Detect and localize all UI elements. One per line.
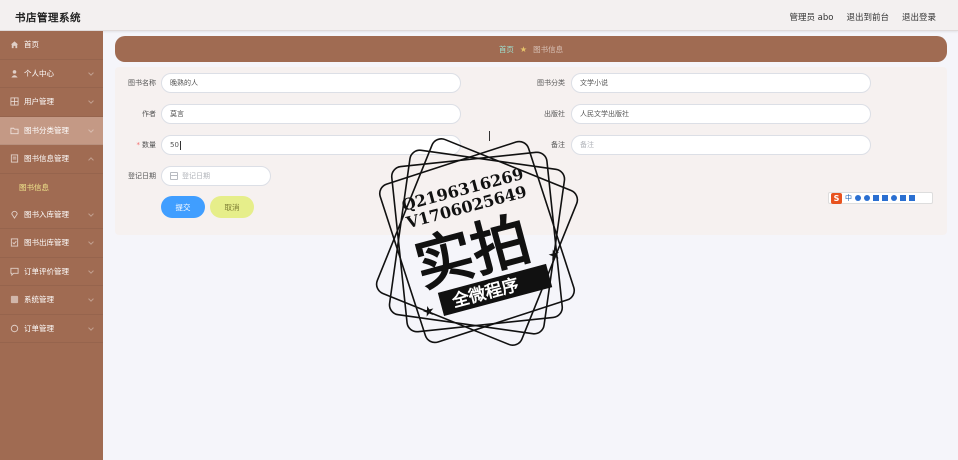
- book-category-label: 图书分类: [537, 79, 565, 87]
- sidebar-subitem-book-info[interactable]: 图书信息: [0, 174, 103, 201]
- breadcrumb: 首页 ★ 图书信息: [115, 36, 947, 62]
- star-icon: ★: [421, 303, 437, 322]
- chevron-down-icon: [88, 239, 94, 245]
- home-icon: [10, 40, 19, 49]
- author-label: 作者: [142, 110, 156, 118]
- pin-icon: [10, 210, 19, 219]
- book-name-input[interactable]: 晚熟的人: [161, 73, 461, 93]
- ime-language-toggle[interactable]: 中: [845, 193, 852, 203]
- chevron-down-icon: [88, 296, 94, 302]
- sidebar-item-label: 首页: [24, 40, 39, 50]
- submit-button[interactable]: 提交: [161, 196, 205, 218]
- admin-user-label[interactable]: 管理员 abo: [789, 11, 833, 23]
- sidebar-item-review-management[interactable]: 订单评价管理: [0, 258, 103, 286]
- quantity-label: * 数量: [115, 140, 157, 150]
- app-title: 书店管理系统: [15, 12, 81, 24]
- top-header: 书店管理系统 管理员 abo 退出到前台 退出登录: [0, 0, 958, 31]
- sidebar-item-label: 用户管理: [24, 97, 54, 107]
- chevron-down-icon: [88, 98, 94, 104]
- text-caret: [179, 140, 181, 150]
- sidebar-item-category-management[interactable]: 图书分类管理: [0, 116, 103, 145]
- register-date-label: 登记日期: [128, 172, 156, 180]
- chevron-down-icon: [88, 324, 94, 331]
- chevron-down-icon: [88, 267, 94, 274]
- sidebar-item-order-management[interactable]: 订单管理: [0, 315, 103, 343]
- sidebar-item-label: 系统管理: [24, 295, 54, 305]
- sidebar-item-system-management[interactable]: 系统管理: [0, 286, 103, 315]
- publisher-label: 出版社: [544, 110, 565, 118]
- quantity-value: 50: [170, 141, 179, 149]
- sidebar-item-user-management[interactable]: 用户管理: [0, 88, 103, 117]
- user-icon: [10, 69, 19, 78]
- sidebar: 首页 个人中心 用户管理 图书分类管理 图书信息管理 图书信息 图书入库管理 图…: [0, 31, 103, 460]
- book-icon: [10, 154, 19, 163]
- ime-punctuation-icon[interactable]: [855, 195, 861, 201]
- chat-icon: [10, 267, 19, 276]
- ime-skin-icon[interactable]: [900, 195, 906, 201]
- header-actions: 管理员 abo 退出到前台 退出登录: [789, 11, 936, 23]
- star-icon: ★: [519, 44, 528, 54]
- cancel-button[interactable]: 取消: [210, 196, 254, 218]
- back-to-front-link[interactable]: 退出到前台: [846, 11, 889, 23]
- sidebar-item-label: 图书分类管理: [24, 125, 69, 135]
- quantity-label-text: 数量: [142, 141, 156, 149]
- chevron-down-icon: [88, 69, 94, 76]
- sidebar-item-label: 图书出库管理: [24, 238, 69, 248]
- book-category-value: 文学小说: [580, 79, 608, 87]
- chevron-down-icon: [88, 126, 94, 133]
- sidebar-item-label: 订单管理: [24, 323, 54, 333]
- sidebar-item-stock-out-management[interactable]: 图书出库管理: [0, 229, 103, 258]
- sidebar-item-label: 个人中心: [24, 68, 54, 78]
- sidebar-item-label: 订单评价管理: [24, 266, 69, 276]
- sidebar-item-label: 图书信息管理: [24, 154, 69, 164]
- logout-link[interactable]: 退出登录: [902, 11, 936, 23]
- star-icon: ★: [546, 246, 562, 265]
- publisher-value: 人民文学出版社: [580, 110, 629, 118]
- register-date-picker[interactable]: 登记日期: [161, 166, 271, 186]
- chevron-up-icon: [88, 157, 94, 163]
- ime-emoji-icon[interactable]: [864, 195, 870, 201]
- ime-voice-icon[interactable]: [873, 195, 879, 201]
- required-asterisk: *: [136, 141, 141, 149]
- chevron-down-icon: [88, 210, 94, 217]
- author-value: 莫言: [170, 110, 184, 118]
- doc-icon: [10, 238, 19, 247]
- book-category-select[interactable]: 文学小说: [571, 73, 871, 93]
- settings-icon: [10, 295, 19, 304]
- sidebar-item-home[interactable]: 首页: [0, 31, 103, 60]
- sidebar-item-personal-center[interactable]: 个人中心: [0, 60, 103, 88]
- ime-toolbar[interactable]: S 中: [828, 192, 933, 204]
- breadcrumb-current: 图书信息: [533, 44, 564, 54]
- publisher-input[interactable]: 人民文学出版社: [571, 104, 871, 124]
- sidebar-item-label: 图书入库管理: [24, 209, 69, 219]
- sogou-logo-icon: S: [831, 192, 842, 204]
- sidebar-item-stock-in-management[interactable]: 图书入库管理: [0, 201, 103, 229]
- book-name-label: 图书名称: [128, 79, 156, 87]
- folder-icon: [10, 126, 19, 135]
- ime-toolbox-icon[interactable]: [909, 195, 915, 201]
- sidebar-subitem-label: 图书信息: [19, 182, 49, 192]
- register-date-placeholder: 登记日期: [182, 172, 210, 180]
- book-name-value: 晚熟的人: [170, 79, 198, 87]
- watermark-stamp: Q2196316269 V1706025649 实拍 全微程序 ★ ★: [375, 138, 579, 346]
- sidebar-item-book-info-management[interactable]: 图书信息管理: [0, 145, 103, 174]
- grid-icon: [10, 97, 19, 106]
- author-input[interactable]: 莫言: [161, 104, 461, 124]
- calendar-icon: [170, 172, 178, 180]
- note-input[interactable]: 备注: [571, 135, 871, 155]
- ime-user-icon[interactable]: [891, 195, 897, 201]
- order-icon: [10, 324, 19, 333]
- breadcrumb-home-link[interactable]: 首页: [499, 44, 514, 55]
- ime-keyboard-icon[interactable]: [882, 195, 888, 201]
